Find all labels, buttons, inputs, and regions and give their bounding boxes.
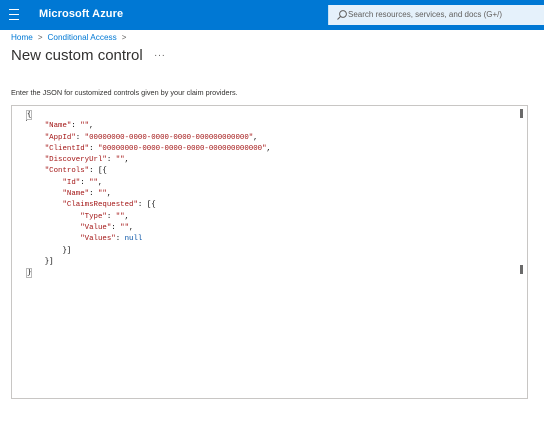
code-line: }] [27, 257, 54, 266]
brand-title[interactable]: Microsoft Azure [39, 8, 123, 20]
code-line: "Name": "", [62, 190, 112, 199]
code-line: "Values": null [80, 235, 143, 244]
top-bar: Microsoft Azure [0, 0, 544, 30]
instructions-text: Enter the JSON for customized controls g… [11, 88, 238, 97]
code-line: "Controls": [{ [44, 167, 107, 176]
more-options-button[interactable]: ··· [154, 50, 166, 61]
code-line: }] [27, 246, 72, 255]
page-title: New custom control [11, 47, 143, 64]
search-icon [337, 10, 347, 20]
breadcrumb-home[interactable]: Home [11, 33, 33, 42]
breadcrumb-conditional-access[interactable]: Conditional Access [48, 33, 117, 42]
code-line: "ClaimsRequested": [{ [62, 201, 156, 210]
breadcrumb: Home > Conditional Access > [11, 33, 131, 42]
hamburger-menu-icon[interactable] [9, 9, 19, 21]
json-editor[interactable]: { "Name": "", "AppId": "00000000-0000-00… [11, 105, 528, 399]
code-line: { [25, 110, 33, 120]
chevron-right-icon: > [121, 33, 127, 42]
code-line: "DiscoveryUrl": "", [44, 156, 130, 165]
chevron-right-icon: > [37, 33, 43, 42]
json-code[interactable]: { "Name": "", "AppId": "00000000-0000-00… [25, 110, 271, 279]
global-search[interactable] [328, 5, 544, 25]
code-line: "ClientId": "00000000-0000-0000-0000-000… [44, 144, 271, 153]
scrollbar-marker-top[interactable] [520, 109, 523, 118]
search-input[interactable] [348, 5, 540, 25]
code-line: "Type": "", [80, 212, 130, 221]
scrollbar-marker[interactable] [520, 265, 523, 274]
code-line: "Value": "", [80, 223, 134, 232]
code-line: } [25, 268, 33, 279]
code-line: "Name": "", [44, 122, 94, 131]
code-line: "Id": "", [62, 178, 103, 187]
code-line: "AppId": "00000000-0000-0000-0000-000000… [44, 133, 258, 142]
